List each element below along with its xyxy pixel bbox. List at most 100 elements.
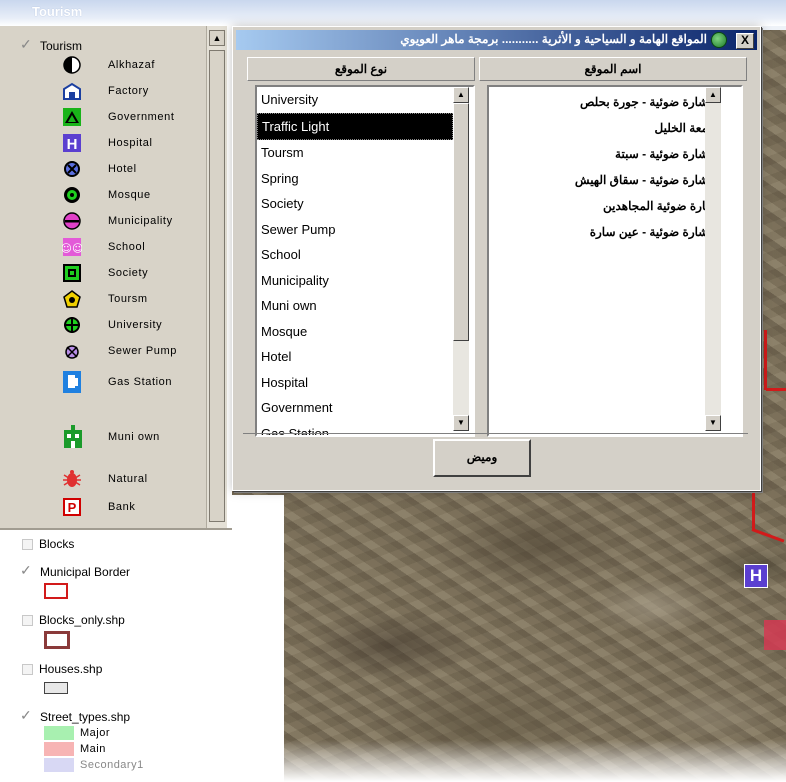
layer-label: Street_types.shp xyxy=(40,710,131,724)
globe-search-icon xyxy=(711,32,727,48)
mosque-circle-icon xyxy=(62,185,82,205)
list-item-selected[interactable]: Traffic Light xyxy=(257,112,453,140)
legend-item-society: Society xyxy=(62,262,148,284)
municipality-circle-icon xyxy=(62,211,82,231)
divider xyxy=(0,528,232,530)
layer-blocks-only[interactable]: Blocks_only.shp xyxy=(22,613,125,627)
list-item[interactable]: Gas Station xyxy=(257,421,453,436)
list-item[interactable]: Muni own xyxy=(257,293,453,319)
scroll-up-icon[interactable]: ▲ xyxy=(209,30,225,46)
legend-item-hotel: Hotel xyxy=(62,158,136,180)
list-item[interactable]: Toursm xyxy=(257,140,453,166)
municipal-border-swatch xyxy=(44,583,68,599)
municipal-border-line xyxy=(764,330,767,390)
list-item[interactable]: Society xyxy=(257,191,453,217)
close-button[interactable]: X xyxy=(736,33,754,49)
legend-item-university: University xyxy=(62,314,162,336)
factory-icon xyxy=(62,81,82,101)
type-column-header: نوع الموقع xyxy=(247,57,475,81)
list-item[interactable]: School xyxy=(257,242,453,268)
svg-text:☺☺: ☺☺ xyxy=(62,242,82,255)
legend-item-municipality: Municipality xyxy=(62,210,172,232)
layer-houses[interactable]: Houses.shp xyxy=(22,662,102,676)
scroll-up-icon[interactable]: ▲ xyxy=(705,87,721,103)
legend-item-government: Government xyxy=(62,106,174,128)
legend-item-bank: P Bank xyxy=(62,496,135,518)
legend-item-factory: Factory xyxy=(62,80,148,102)
legend-item-sewer-pump: Sewer Pump xyxy=(62,340,176,362)
dialog-titlebar[interactable]: المواقع الهامة و السياحية و الأثرية ....… xyxy=(236,30,757,50)
half-circle-icon xyxy=(62,55,82,75)
street-major-swatch xyxy=(44,726,74,740)
svg-text:P: P xyxy=(68,500,77,515)
list-item[interactable]: Sewer Pump xyxy=(257,217,453,243)
layer-checkbox[interactable] xyxy=(20,36,34,53)
school-children-icon: ☺☺ xyxy=(62,237,82,257)
svg-text:H: H xyxy=(67,136,78,153)
gas-station-icon xyxy=(62,369,82,395)
natural-bug-icon xyxy=(62,469,82,489)
layer-tourism[interactable]: Tourism xyxy=(20,36,83,53)
name-column-header: اسم الموقع xyxy=(479,57,747,81)
list-item[interactable]: Hotel xyxy=(257,344,453,370)
legend-item-hospital: H Hospital xyxy=(62,132,152,154)
tourism-pentagon-icon xyxy=(62,289,82,309)
houses-swatch xyxy=(44,682,68,694)
legend-item-natural: Natural xyxy=(62,468,147,490)
list-item[interactable]: Government xyxy=(257,395,453,421)
layer-municipal-border[interactable]: Municipal Border xyxy=(20,562,130,579)
street-secondary-label: Secondary1 xyxy=(80,759,144,771)
list-item[interactable]: Hospital xyxy=(257,370,453,396)
list-item[interactable]: Spring xyxy=(257,166,453,192)
layer-checkbox[interactable] xyxy=(20,562,34,579)
scroll-thumb[interactable] xyxy=(453,103,469,341)
legend-item-alkhazaf: Alkhazaf xyxy=(62,54,154,76)
site-name-list[interactable]: - اشارة ضوئية - جورة بحلص جامعة الخليل -… xyxy=(487,85,743,437)
map-blank-area xyxy=(232,495,284,782)
sites-dialog: المواقع الهامة و السياحية و الأثرية ....… xyxy=(232,26,761,491)
scroll-thumb[interactable] xyxy=(209,50,225,522)
street-major-label: Major xyxy=(80,727,111,739)
layer-label: Houses.shp xyxy=(39,662,103,676)
university-crosshair-icon xyxy=(62,315,82,335)
list-item[interactable]: Municipality xyxy=(257,268,453,294)
government-triangle-icon xyxy=(62,107,82,127)
map-marker[interactable] xyxy=(764,620,786,650)
street-main-swatch xyxy=(44,742,74,756)
layer-blocks[interactable]: Blocks xyxy=(22,537,74,551)
layer-label: Blocks xyxy=(39,537,75,551)
hotel-circle-x-icon xyxy=(62,159,82,179)
list-item[interactable]: Mosque xyxy=(257,319,453,345)
layer-checkbox[interactable] xyxy=(22,663,33,675)
table-of-contents: ▲ Tourism Alkhazaf Factory Government H … xyxy=(0,26,232,782)
scroll-down-icon[interactable]: ▼ xyxy=(705,415,721,431)
map-hospital-icon[interactable]: H xyxy=(744,564,768,588)
bank-p-icon: P xyxy=(62,497,82,517)
banner-title: Tourism xyxy=(32,4,83,19)
divider xyxy=(243,433,748,434)
legend-item-muni-own: Muni own xyxy=(62,422,159,452)
map-fade xyxy=(232,740,786,782)
street-secondary-swatch xyxy=(44,758,74,772)
layer-street-types[interactable]: Street_types.shp xyxy=(20,707,131,724)
site-type-list[interactable]: University Traffic Light Toursm Spring S… xyxy=(255,85,475,437)
legend-item-toursm: Toursm xyxy=(62,288,147,310)
scroll-down-icon[interactable]: ▼ xyxy=(453,415,469,431)
layer-checkbox[interactable] xyxy=(22,538,33,550)
legend-item-gas-station: Gas Station xyxy=(62,368,171,396)
flash-button[interactable]: وميض xyxy=(433,439,531,477)
list-item[interactable]: University xyxy=(257,87,453,113)
layer-label: Blocks_only.shp xyxy=(39,613,125,627)
street-main-label: Main xyxy=(80,743,106,755)
scroll-up-icon[interactable]: ▲ xyxy=(453,87,469,103)
toc-scrollbar[interactable]: ▲ xyxy=(206,26,227,528)
layer-checkbox[interactable] xyxy=(20,707,34,724)
type-list-scrollbar[interactable]: ▲ ▼ xyxy=(453,87,469,431)
dialog-title: المواقع الهامة و السياحية و الأثرية ....… xyxy=(400,32,707,46)
toc-legend-panel xyxy=(0,26,206,528)
layer-label: Tourism xyxy=(40,39,83,53)
app-banner: Tourism xyxy=(0,0,786,26)
layer-checkbox[interactable] xyxy=(22,614,33,626)
name-list-scrollbar[interactable]: ▲ ▼ xyxy=(705,87,721,431)
legend-item-school: ☺☺ School xyxy=(62,236,145,258)
